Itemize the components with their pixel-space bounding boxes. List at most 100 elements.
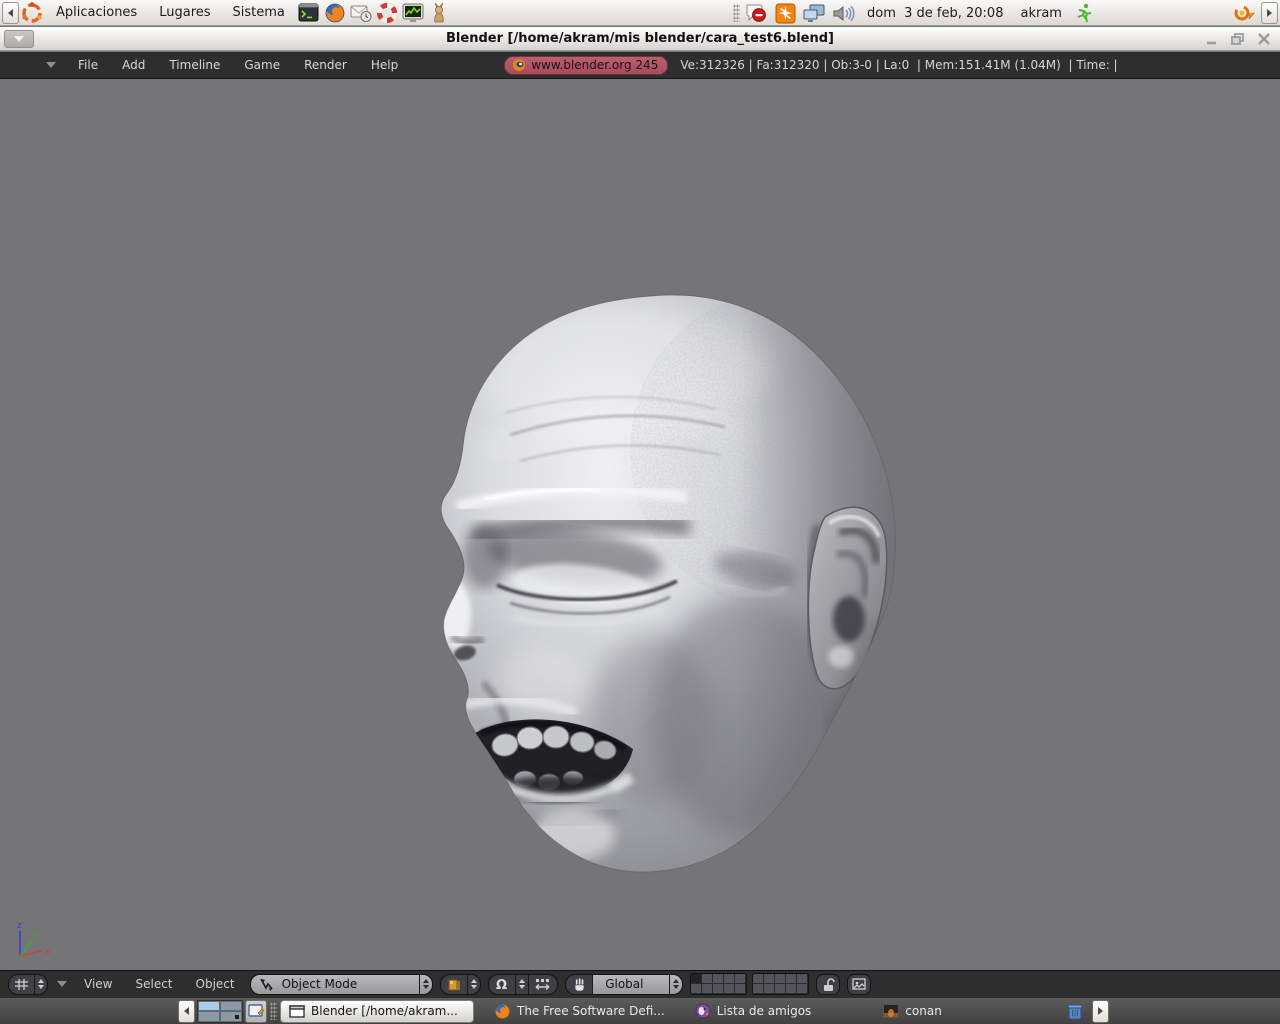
workspace-4[interactable] (220, 1011, 242, 1022)
arrow-right-icon (1267, 9, 1272, 17)
fusion-icon[interactable] (1232, 1, 1256, 25)
task-label: The Free Software Defi... (517, 1004, 665, 1018)
header-collapse-icon[interactable] (46, 62, 56, 68)
sculpted-head-model[interactable] (425, 285, 905, 885)
workspace-1[interactable] (198, 1000, 220, 1011)
workspace-3[interactable] (198, 1011, 220, 1022)
mascot-launcher-icon[interactable] (427, 1, 451, 25)
layer-1[interactable] (691, 974, 703, 984)
taskbar-hide-right-button[interactable] (1091, 999, 1109, 1023)
volume-icon[interactable] (831, 1, 855, 25)
pivot-omega-icon: Ω (489, 975, 515, 994)
object-mode-icon (259, 978, 273, 991)
editor-type-button[interactable] (8, 973, 48, 995)
orientation-stepper[interactable] (669, 974, 683, 994)
tray-grip-handle[interactable] (733, 4, 740, 22)
viewport-header: View Select Object Object Mode Ω Global (0, 970, 1280, 997)
panel-hide-right-button[interactable] (1261, 2, 1278, 24)
manipulator-toggle[interactable] (528, 974, 557, 994)
menu-timeline[interactable]: Timeline (157, 52, 232, 78)
ubuntu-logo-icon[interactable] (20, 1, 44, 25)
hand-icon (566, 975, 592, 994)
menu-render[interactable]: Render (292, 52, 359, 78)
trash-icon[interactable] (1063, 999, 1087, 1023)
window-title: Blender [/home/akram/mis blender/cara_te… (446, 31, 834, 46)
window-icon (289, 1004, 305, 1018)
blender-window-titlebar[interactable]: Blender [/home/akram/mis blender/cara_te… (0, 27, 1280, 51)
menu-lugares[interactable]: Lugares (148, 0, 221, 26)
unlock-icon (824, 977, 836, 991)
blender-org-badge[interactable]: www.blender.org 245 (504, 55, 669, 75)
menu-game[interactable]: Game (232, 52, 292, 78)
workspace-2[interactable] (220, 1000, 242, 1011)
mode-selector[interactable]: Object Mode (249, 973, 434, 995)
notification-star-icon[interactable] (773, 1, 797, 25)
task-firefox[interactable]: The Free Software Defi... (486, 1000, 673, 1023)
blender-logo-icon (512, 59, 526, 71)
pivot-stepper[interactable] (515, 974, 528, 994)
workspace-switcher[interactable] (197, 999, 243, 1023)
draw-type-stepper[interactable] (467, 974, 480, 994)
system-tray: dom 3 de feb, 20:08 akram (733, 0, 1097, 26)
user-switcher-name[interactable]: akram (1014, 6, 1067, 21)
firefox-icon[interactable] (323, 1, 347, 25)
svg-text:y: y (33, 930, 39, 940)
tasklist-grip-handle[interactable] (270, 1002, 277, 1020)
show-desktop-button[interactable] (245, 999, 267, 1023)
pivot-selector-group[interactable]: Ω (488, 973, 559, 995)
layer-grid-2[interactable] (752, 973, 810, 995)
menu-view[interactable]: View (76, 977, 120, 991)
gnome-bottom-panel: Blender [/home/akram... The Free Softwar… (0, 997, 1280, 1024)
3d-viewport[interactable]: z x y (0, 80, 1280, 970)
arrow-left-icon (184, 1007, 189, 1015)
svg-text:x: x (45, 947, 51, 957)
window-menu-button[interactable] (4, 29, 34, 48)
layer-buttons (690, 973, 810, 995)
running-man-icon[interactable] (1072, 1, 1096, 25)
scene-stats: Ve:312326 | Fa:312320 | Ob:3-0 | La:0 | … (680, 58, 1118, 72)
panel-hide-left-button[interactable] (2, 1, 19, 24)
taskbar-hide-left-button[interactable] (178, 999, 195, 1023)
task-label: Blender [/home/akram... (311, 1004, 458, 1018)
header-collapse-icon[interactable] (57, 981, 67, 987)
terminal-icon[interactable] (297, 1, 321, 25)
gnome-top-panel: Aplicaciones Lugares Sistema dom 3 de fe… (0, 0, 1280, 26)
menu-sistema[interactable]: Sistema (222, 0, 296, 26)
menu-aplicaciones[interactable]: Aplicaciones (45, 0, 148, 26)
layer-grid-1[interactable] (690, 973, 748, 995)
draw-type-selector[interactable] (440, 973, 482, 995)
editor-type-grid-icon (9, 975, 34, 994)
menu-file[interactable]: File (66, 52, 110, 78)
orientation-label: Global (605, 977, 644, 991)
arrow-right-icon (1097, 1007, 1103, 1015)
minimize-button[interactable] (1200, 30, 1224, 48)
task-blender[interactable]: Blender [/home/akram... (280, 999, 474, 1023)
clock-applet[interactable]: dom 3 de feb, 20:08 (859, 6, 1011, 21)
task-lista-de-amigos[interactable]: Lista de amigos (687, 1000, 820, 1023)
im-status-busy-icon[interactable] (744, 1, 768, 25)
close-button[interactable] (1252, 30, 1276, 48)
restore-button[interactable] (1226, 30, 1250, 48)
system-monitor-icon[interactable] (401, 1, 425, 25)
orientation-selector-group[interactable]: Global (565, 973, 684, 995)
help-lifesaver-icon[interactable] (375, 1, 399, 25)
displays-icon[interactable] (802, 1, 826, 25)
mail-clock-icon[interactable] (349, 1, 373, 25)
task-conan[interactable]: conan (875, 1000, 950, 1023)
mode-stepper[interactable] (419, 974, 433, 994)
ear (805, 506, 888, 690)
mode-label: Object Mode (281, 977, 358, 991)
task-label: conan (905, 1004, 942, 1018)
render-preview-button[interactable] (847, 973, 872, 995)
menu-object[interactable]: Object (188, 977, 243, 991)
firefox-icon (495, 1004, 510, 1018)
menu-add[interactable]: Add (110, 52, 157, 78)
chevron-down-icon (14, 35, 24, 42)
menu-help[interactable]: Help (359, 52, 410, 78)
editor-type-stepper[interactable] (34, 974, 47, 994)
blender-org-label: www.blender.org 245 (531, 57, 659, 72)
menu-select[interactable]: Select (127, 977, 180, 991)
lock-toggle-button[interactable] (816, 973, 841, 995)
pidgin-icon (695, 1003, 711, 1019)
axis-gizmo: z x y (17, 921, 51, 957)
